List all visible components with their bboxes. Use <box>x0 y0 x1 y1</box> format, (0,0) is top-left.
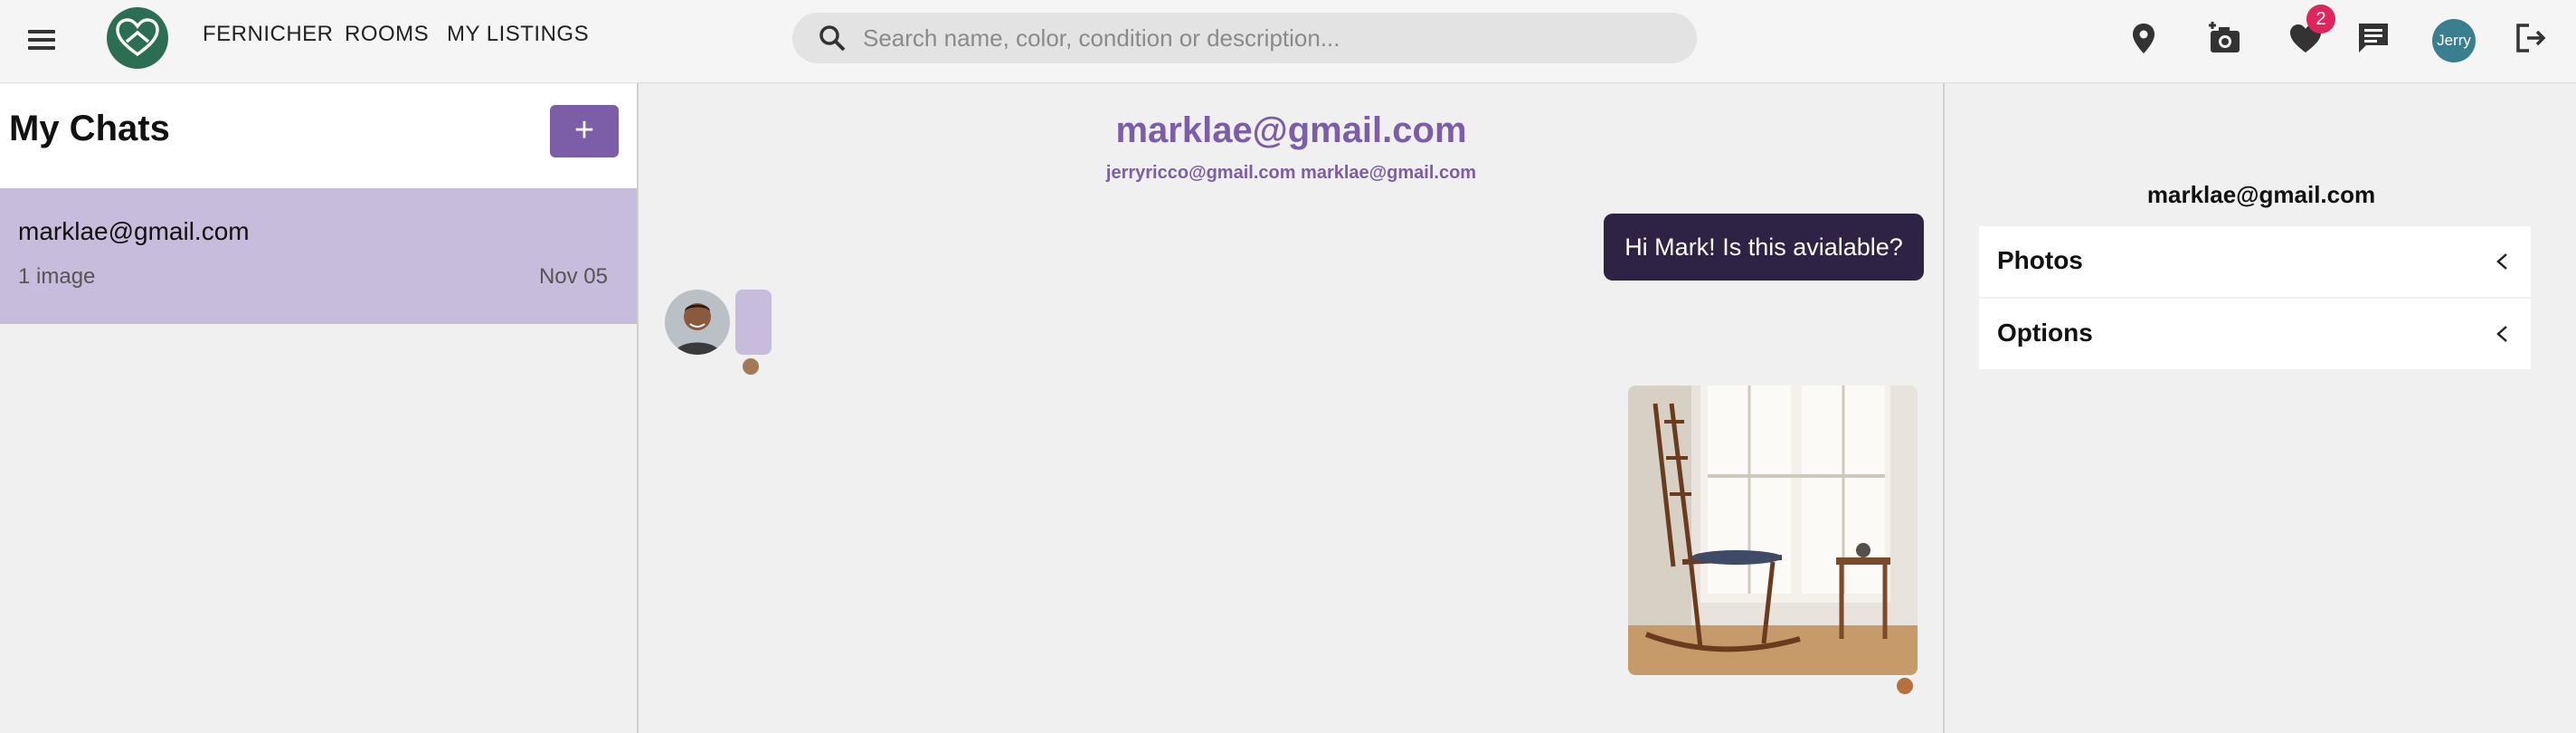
chevron-left-icon <box>2496 253 2507 270</box>
chat-item-name: marklae@gmail.com <box>18 217 250 245</box>
sender-avatar-small <box>1896 677 1914 695</box>
nav-my-listings[interactable]: MY LISTINGS <box>447 22 589 47</box>
chat-icon[interactable] <box>2353 18 2393 58</box>
user-avatar[interactable]: Jerry <box>2432 19 2476 62</box>
search-input[interactable] <box>861 20 1657 56</box>
my-chats-title: My Chats <box>9 109 170 148</box>
hamburger-menu-icon[interactable] <box>25 24 58 56</box>
chevron-left-icon <box>2496 326 2507 342</box>
logout-icon[interactable] <box>2511 18 2551 58</box>
location-pin-icon[interactable] <box>2124 18 2164 58</box>
chat-list-header: My Chats + <box>0 83 637 188</box>
chair-photo-message[interactable] <box>1628 386 1918 675</box>
search-icon <box>818 24 847 57</box>
add-photo-icon[interactable] <box>2205 18 2245 58</box>
favorites-count-badge: 2 <box>2306 5 2335 33</box>
details-title: marklae@gmail.com <box>2146 181 2376 208</box>
options-accordion-label: Options <box>1997 319 2093 347</box>
chat-list-panel: My Chats + marklae@gmail.com 1 image Nov… <box>0 83 639 733</box>
conversation-participants: jerryricco@gmail.com marklae@gmail.com <box>1105 163 1477 183</box>
nav-fernicher[interactable]: FERNICHER <box>203 22 334 47</box>
options-accordion[interactable]: Options <box>1979 299 2531 369</box>
plus-icon: + <box>573 111 595 149</box>
photos-accordion[interactable]: Photos <box>1979 226 2531 297</box>
chat-item-preview: 1 image <box>18 264 96 289</box>
conversation-title: marklae@gmail.com <box>1115 110 1467 150</box>
photos-accordion-label: Photos <box>1997 246 2083 274</box>
search-bar <box>792 13 1697 63</box>
read-receipt-avatar <box>742 357 760 376</box>
incoming-message <box>735 290 772 355</box>
outgoing-message: Hi Mark! Is this avialable? <box>1604 214 1924 281</box>
chat-list-item[interactable]: marklae@gmail.com 1 image Nov 05 <box>0 188 637 324</box>
new-chat-button[interactable]: + <box>550 105 619 157</box>
chat-item-date: Nov 05 <box>538 264 608 289</box>
conversation-panel: marklae@gmail.com jerryricco@gmail.com m… <box>639 83 1943 733</box>
top-app-bar: FERNICHER ROOMS MY LISTINGS 2 Jerry <box>0 0 2576 83</box>
nav-rooms[interactable]: ROOMS <box>345 22 429 47</box>
chat-details-panel: marklae@gmail.com Photos Options <box>1943 83 2576 733</box>
heart-house-logo-icon[interactable] <box>107 7 168 69</box>
contact-avatar <box>665 290 730 355</box>
